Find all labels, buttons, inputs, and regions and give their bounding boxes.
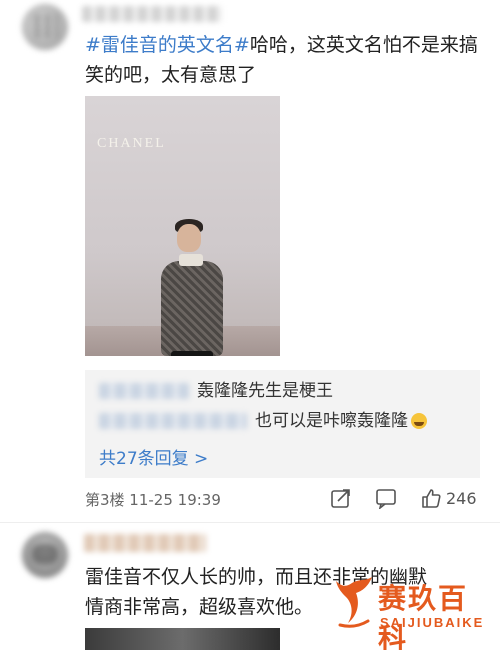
watermark-brand-en: SAIJIUBAIKE xyxy=(380,615,485,630)
like-button[interactable]: 246 xyxy=(420,487,477,509)
comment-photo[interactable] xyxy=(85,628,280,650)
photo-person-legs xyxy=(171,351,213,356)
reply-text: 轰隆隆先生是梗王 xyxy=(197,381,333,401)
laugh-emoji-icon xyxy=(411,413,427,429)
photo-person-collar xyxy=(179,254,203,266)
floor-timestamp: 第3楼 11-25 19:39 xyxy=(85,491,221,509)
watermark-brand-cn: 赛玖百科 xyxy=(378,582,469,650)
comment-text: #雷佳音的英文名#哈哈，这英文名怕不是来搞笑的吧，太有意思了 xyxy=(85,30,485,90)
replies-box: 轰隆隆先生是梗王 也可以是咔嚓轰隆隆 共27条回复 > xyxy=(85,370,480,478)
photo-brand-text: CHANEL xyxy=(97,136,166,151)
commenter-avatar[interactable] xyxy=(22,532,68,578)
photo-person-head xyxy=(177,224,201,252)
comment-photo[interactable]: CHANEL xyxy=(85,96,280,356)
comment-footer: 第3楼 11-25 19:39 246 xyxy=(85,487,480,511)
watermark: 赛玖百科 SAIJIUBAIKE xyxy=(332,575,497,650)
more-replies-link[interactable]: 共27条回复 > xyxy=(99,444,208,469)
commenter-name[interactable] xyxy=(82,6,222,22)
commenter-avatar[interactable] xyxy=(22,4,68,50)
comment-icon[interactable] xyxy=(375,487,397,509)
divider xyxy=(0,522,500,523)
reply-item[interactable]: 也可以是咔嚓轰隆隆 xyxy=(99,410,427,432)
reply-item[interactable]: 轰隆隆先生是梗王 xyxy=(99,380,333,402)
reply-user-name[interactable] xyxy=(99,413,247,429)
share-icon[interactable] xyxy=(330,487,352,509)
reply-user-name[interactable] xyxy=(99,383,189,399)
whale-tail-logo-icon xyxy=(336,577,372,628)
commenter-name[interactable] xyxy=(84,534,206,552)
thumbs-up-icon xyxy=(422,489,441,508)
hashtag-link[interactable]: #雷佳音的英文名# xyxy=(85,34,250,56)
photo-person xyxy=(161,261,223,356)
reply-text: 也可以是咔嚓轰隆隆 xyxy=(255,411,408,431)
like-count: 246 xyxy=(446,488,477,508)
